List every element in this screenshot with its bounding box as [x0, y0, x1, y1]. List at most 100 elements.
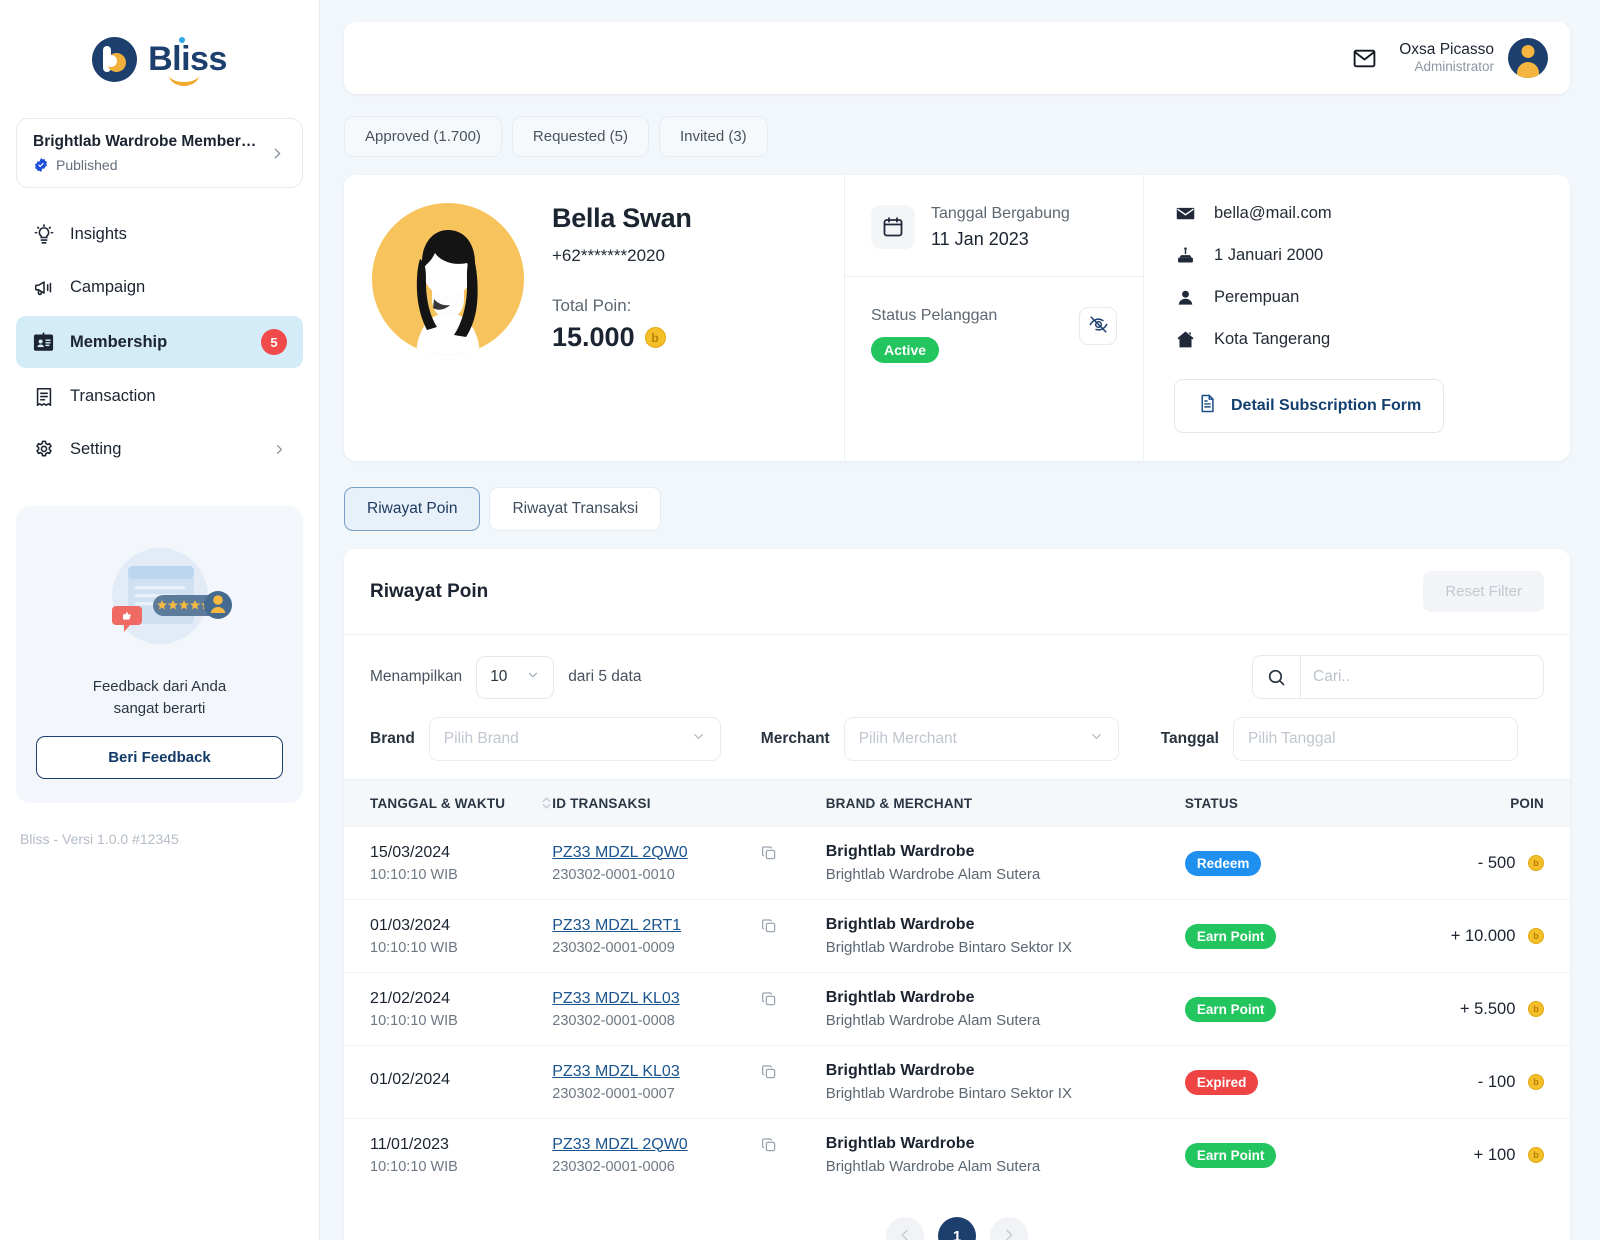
member-avatar	[372, 203, 524, 355]
pagination-prev-button[interactable]	[886, 1217, 924, 1240]
brand-filter-label: Brand	[370, 730, 415, 747]
row-transaction-id[interactable]: PZ33 MDZL KL03	[552, 1063, 679, 1081]
merchant-filter-label: Merchant	[760, 730, 830, 747]
beri-feedback-button[interactable]: Beri Feedback	[36, 735, 283, 779]
document-icon	[1197, 393, 1218, 419]
mail-icon[interactable]	[1352, 46, 1377, 71]
workspace-switcher[interactable]: Brightlab Wardrobe Member… Published	[16, 118, 303, 188]
tanggal-filter-input[interactable]: Pilih Tanggal	[1232, 717, 1518, 761]
row-transaction-ref: 230302-0001-0006	[552, 1158, 675, 1175]
sidebar-item-setting[interactable]: Setting	[16, 425, 303, 474]
copy-icon[interactable]	[760, 844, 778, 862]
chevron-down-icon	[526, 668, 540, 687]
cell-poin: + 100 b	[1451, 1119, 1570, 1192]
row-brand: Brightlab Wardrobe	[825, 1062, 975, 1079]
row-date: 01/03/2024	[370, 916, 451, 934]
coin-icon: b	[644, 327, 666, 348]
coin-icon: b	[1528, 1147, 1544, 1164]
page-size-group: Menampilkan 10 dari 5 data	[370, 655, 641, 699]
row-transaction-id[interactable]: PZ33 MDZL 2QW0	[552, 1136, 687, 1154]
merchant-filter-select[interactable]: Pilih Merchant	[843, 717, 1119, 761]
tab-riwayat-poin[interactable]: Riwayat Poin	[344, 487, 481, 531]
row-brand: Brightlab Wardrobe	[825, 916, 975, 933]
sidebar-item-label: Insights	[70, 225, 127, 243]
coin-icon: b	[1528, 855, 1544, 872]
pill-approved[interactable]: Approved (1.700)	[344, 116, 502, 157]
search-input[interactable]	[1301, 656, 1543, 698]
row-time: 10:10:10 WIB	[370, 1012, 458, 1029]
cell-status: Earn Point	[1184, 1119, 1451, 1192]
row-status-badge: Earn Point	[1184, 996, 1277, 1022]
table-row[interactable]: 21/02/2024 10:10:10 WIB PZ33 MDZL KL03 2…	[344, 972, 1570, 1046]
sidebar-item-membership[interactable]: Membership 5	[16, 316, 303, 368]
table-body: 15/03/2024 10:10:10 WIB PZ33 MDZL 2QW0 2…	[344, 826, 1570, 1192]
riwayat-poin-table: TANGGAL & WAKTU ID TRANSAKSI BRAND & MER…	[344, 779, 1570, 1191]
row-poin: + 100	[1473, 1145, 1516, 1164]
row-poin: + 10.000	[1450, 926, 1516, 945]
feedback-text-line2: sangat berarti	[113, 699, 206, 717]
copy-icon[interactable]	[760, 1136, 778, 1154]
copy-icon[interactable]	[760, 1063, 778, 1081]
panel-title: Riwayat Poin	[370, 580, 489, 602]
total-poin-label: Total Poin:	[552, 296, 632, 315]
sidebar-item-label: Campaign	[70, 278, 146, 296]
pill-requested[interactable]: Requested (5)	[511, 116, 649, 157]
column-label: TANGGAL & WAKTU	[370, 795, 506, 811]
copy-icon[interactable]	[760, 917, 778, 935]
sidebar-item-transaction[interactable]: Transaction	[16, 372, 303, 421]
hide-status-button[interactable]	[1079, 307, 1117, 345]
sidebar-item-campaign[interactable]: Campaign	[16, 263, 303, 312]
search-icon	[1253, 656, 1301, 698]
copy-icon[interactable]	[760, 990, 778, 1008]
coin-icon: b	[1528, 1001, 1544, 1018]
cell-brand-merchant: Brightlab Wardrobe Brightlab Wardrobe Al…	[825, 826, 1185, 900]
workspace-status-label: Published	[56, 157, 118, 173]
detail-subscription-form-button[interactable]: Detail Subscription Form	[1174, 379, 1445, 433]
row-status-badge: Earn Point	[1184, 923, 1277, 949]
envelope-icon	[1174, 203, 1196, 224]
row-brand: Brightlab Wardrobe	[825, 1135, 975, 1152]
bliss-logo-icon	[92, 36, 138, 82]
column-header-tanggal-waktu[interactable]: TANGGAL & WAKTU	[344, 779, 553, 827]
sidebar-item-insights[interactable]: Insights	[16, 210, 303, 259]
chevron-right-icon	[272, 442, 287, 457]
row-transaction-id[interactable]: PZ33 MDZL KL03	[552, 990, 679, 1008]
main-nav: Insights Campaign Membership 5 Transacti…	[16, 210, 303, 474]
contact-city-value: Kota Tangerang	[1214, 330, 1331, 348]
row-status-badge: Earn Point	[1184, 1142, 1277, 1168]
row-merchant: Brightlab Wardrobe Alam Sutera	[825, 1012, 1041, 1029]
column-header-id-transaksi: ID TRANSAKSI	[552, 779, 826, 827]
pagination-page-1[interactable]: 1	[938, 1217, 976, 1240]
cell-status: Earn Point	[1184, 899, 1451, 973]
brand-filter-select[interactable]: Pilih Brand	[428, 717, 721, 761]
row-time: 10:10:10 WIB	[370, 1158, 458, 1175]
table-row[interactable]: 01/02/2024 PZ33 MDZL KL03 230302-0001-00…	[344, 1045, 1570, 1119]
row-brand: Brightlab Wardrobe	[825, 989, 975, 1006]
pagination-next-button[interactable]	[990, 1217, 1028, 1240]
coin-icon: b	[1528, 928, 1544, 945]
customer-status-label: Status Pelanggan	[871, 307, 998, 324]
table-row[interactable]: 11/01/2023 10:10:10 WIB PZ33 MDZL 2QW0 2…	[344, 1119, 1570, 1192]
column-header-brand-merchant: BRAND & MERCHANT	[825, 779, 1185, 827]
search-box[interactable]	[1252, 655, 1544, 699]
join-date-label: Tanggal Bergabung	[931, 205, 1070, 222]
user-menu[interactable]: Oxsa Picasso Administrator	[1399, 38, 1548, 78]
contact-gender-value: Perempuan	[1214, 288, 1300, 306]
table-row[interactable]: 01/03/2024 10:10:10 WIB PZ33 MDZL 2RT1 2…	[344, 899, 1570, 973]
row-poin: - 500	[1477, 853, 1516, 872]
tab-riwayat-transaksi[interactable]: Riwayat Transaksi	[489, 487, 662, 531]
row-transaction-ref: 230302-0001-0008	[552, 1012, 675, 1029]
cake-icon	[1174, 245, 1196, 266]
join-date-value: 11 Jan 2023	[931, 229, 1029, 249]
pill-invited[interactable]: Invited (3)	[658, 116, 768, 157]
row-transaction-id[interactable]: PZ33 MDZL 2RT1	[552, 917, 681, 935]
sort-icon[interactable]	[541, 795, 552, 811]
reset-filter-button[interactable]: Reset Filter	[1423, 571, 1544, 612]
table-row[interactable]: 15/03/2024 10:10:10 WIB PZ33 MDZL 2QW0 2…	[344, 826, 1570, 900]
page-size-select[interactable]: 10	[476, 655, 555, 699]
contact-email-value: bella@mail.com	[1214, 204, 1332, 222]
status-badge: Active	[871, 337, 940, 363]
row-transaction-id[interactable]: PZ33 MDZL 2QW0	[552, 844, 687, 862]
avatar[interactable]	[1508, 38, 1548, 78]
detail-subscription-form-label: Detail Subscription Form	[1231, 397, 1422, 414]
